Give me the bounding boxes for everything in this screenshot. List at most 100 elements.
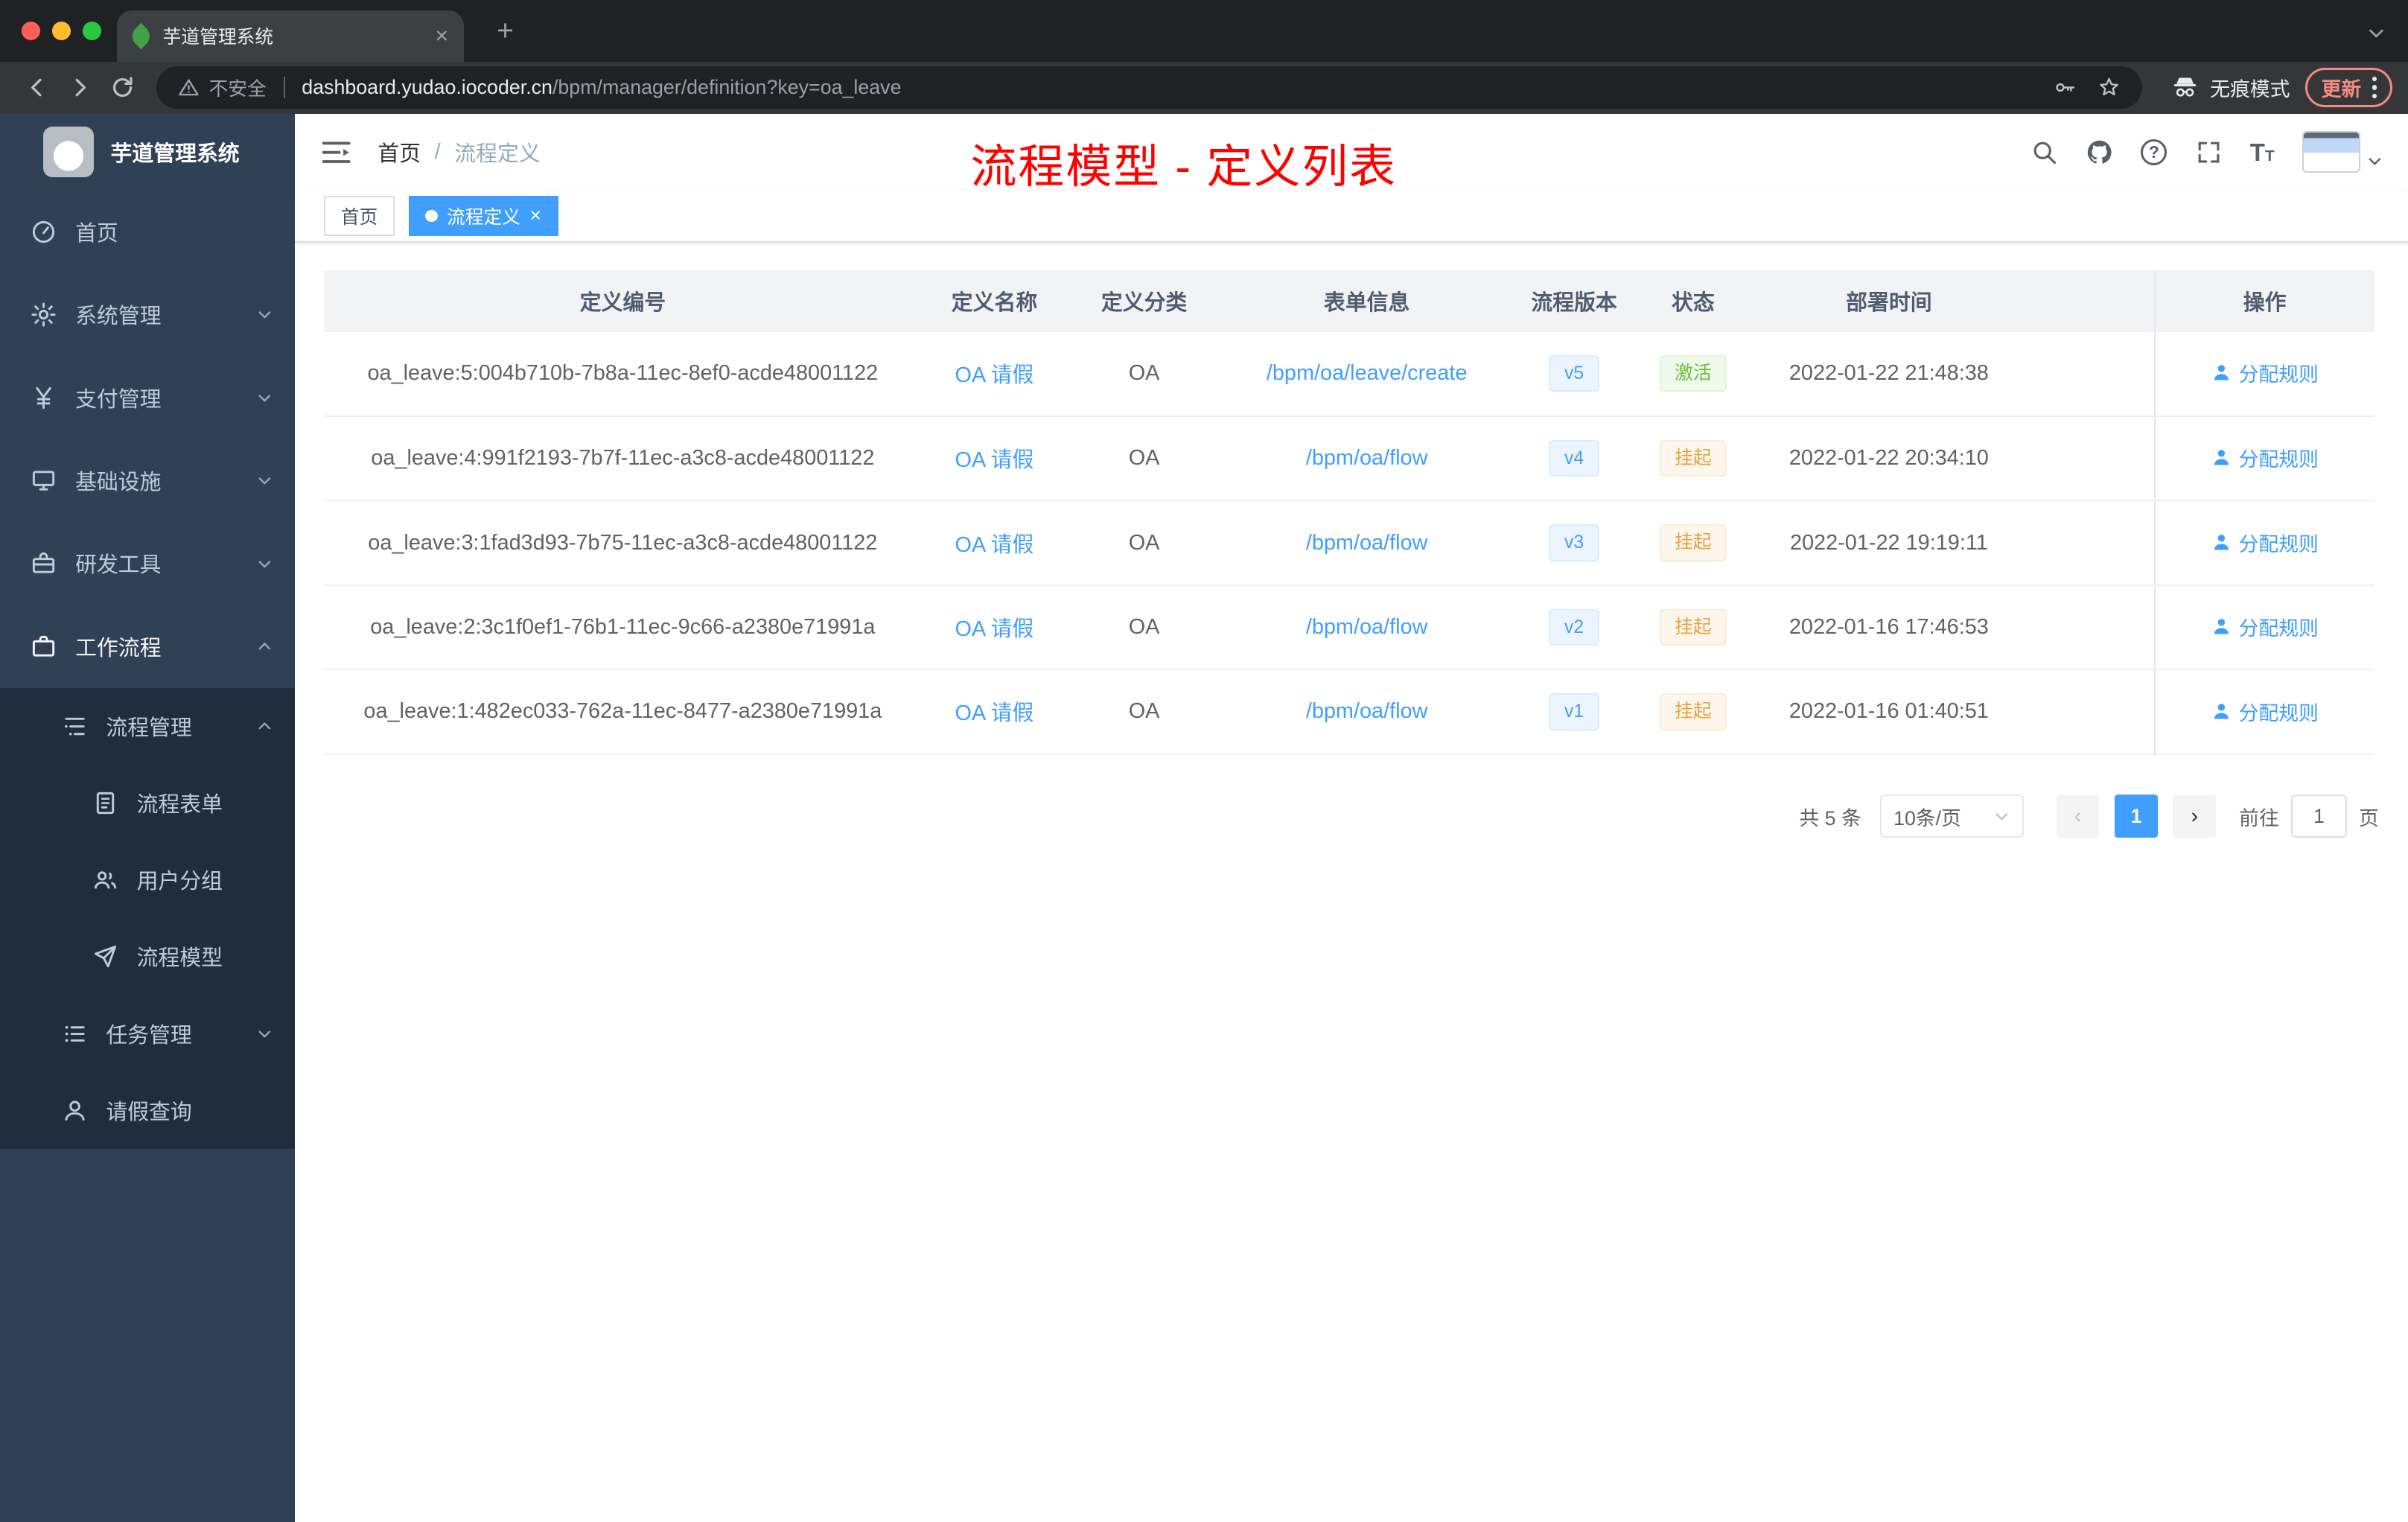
browser-window: 芋道管理系统 × + 不安全 dashboard.yudao.iocoder.c… (0, 0, 2408, 1522)
operation-cell: 分配规则 (2153, 415, 2374, 502)
prev-page-button[interactable]: ‹ (2056, 795, 2100, 838)
form-link[interactable]: /bpm/oa/leave/create (1267, 361, 1468, 385)
column-header-6: 部署时间 (1751, 270, 2028, 332)
chevron-down-icon (256, 306, 273, 323)
browser-menu-icon[interactable] (2372, 77, 2377, 98)
breadcrumb-home[interactable]: 首页 (378, 137, 421, 168)
assign-rule-link[interactable]: 分配规则 (2211, 612, 2319, 641)
update-label: 更新 (2321, 78, 2362, 101)
definition-id: oa_leave:3:1fad3d93-7b75-11ec-a3c8-acde4… (324, 500, 922, 586)
search-icon[interactable] (2030, 138, 2058, 166)
operation-cell: 分配规则 (2153, 331, 2374, 417)
gear-icon (31, 302, 57, 328)
hamburger-icon[interactable] (319, 136, 353, 169)
sidebar-item-label: 工作流程 (75, 636, 162, 660)
sidebar-item-home[interactable]: 首页 (0, 191, 295, 273)
sidebar-item-user-group[interactable]: 用户分组 (0, 841, 295, 919)
sidebar-item-process-mgmt[interactable]: 流程管理 (0, 688, 295, 765)
definition-id: oa_leave:1:482ec033-762a-11ec-8477-a2380… (324, 669, 922, 755)
reload-button[interactable] (101, 66, 144, 109)
sidebar-menu: 首页 系统管理支付管理基础设施 研发工具工作流程流程管理 流程表单 用户分组流程模型任务… (0, 191, 295, 1149)
assign-rule-link[interactable]: 分配规则 (2211, 443, 2319, 472)
form-link[interactable]: /bpm/oa/flow (1306, 531, 1428, 555)
key-icon[interactable] (2052, 75, 2077, 100)
tab-search-chevron-icon[interactable] (2366, 23, 2386, 43)
sidebar-item-system[interactable]: 系统管理 (0, 273, 295, 356)
maximize-window-button[interactable] (83, 21, 102, 40)
assign-rule-link[interactable]: 分配规则 (2211, 358, 2319, 387)
tab-close-icon[interactable]: × (435, 24, 448, 48)
sidebar-item-workflow[interactable]: 工作流程 (0, 605, 295, 688)
operation-cell: 分配规则 (2153, 585, 2374, 671)
sidebar-item-label: 支付管理 (75, 387, 162, 412)
status-badge: 挂起 (1659, 524, 1727, 561)
user-icon (2214, 703, 2229, 719)
tag-process-definition[interactable]: 流程定义 × (408, 196, 558, 236)
security-status[interactable]: 不安全 (178, 74, 267, 101)
assign-rule-link[interactable]: 分配规则 (2211, 528, 2319, 557)
breadcrumb: 首页 / 流程定义 (378, 137, 540, 168)
sidebar: 芋道管理系统 首页 系统管理支付管理基础设施 研发工具工作流程流程管理 流程表单 用户分… (0, 113, 295, 1522)
assign-rule-link[interactable]: 分配规则 (2211, 697, 2319, 726)
chevron-down-icon (256, 1025, 273, 1042)
user-icon (2214, 450, 2229, 465)
sidebar-item-leave-query[interactable]: 请假查询 (0, 1072, 295, 1149)
toolbox-icon (31, 550, 57, 576)
filler-header (2027, 270, 2155, 332)
github-icon[interactable] (2086, 138, 2113, 166)
chevron-down-icon (1993, 808, 2010, 825)
people-icon (92, 867, 118, 893)
next-page-button[interactable]: › (2173, 795, 2217, 838)
close-window-button[interactable] (21, 21, 40, 40)
page-size-select[interactable]: 10条/页 (1879, 795, 2025, 838)
tag-label: 首页 (340, 207, 378, 228)
font-size-icon[interactable]: TT (2250, 140, 2275, 165)
sidebar-logo[interactable]: 芋道管理系统 (0, 114, 295, 191)
sidebar-item-task-mgmt[interactable]: 任务管理 (0, 995, 295, 1072)
form-link[interactable]: /bpm/oa/flow (1306, 446, 1428, 470)
table-row: oa_leave:2:3c1f0ef1-76b1-11ec-9c66-a2380… (324, 585, 2374, 671)
goto-page-input[interactable] (2291, 795, 2347, 838)
sidebar-item-dev-tools[interactable]: 研发工具 (0, 522, 295, 605)
avatar (2302, 131, 2361, 173)
briefcase-icon (31, 634, 57, 660)
fullscreen-icon[interactable] (2195, 138, 2223, 166)
column-header-0: 定义编号 (324, 270, 922, 332)
browser-tab[interactable]: 芋道管理系统 × (116, 10, 464, 62)
definition-name-link[interactable]: OA 请假 (955, 448, 1034, 472)
forward-button[interactable] (58, 66, 101, 109)
version-badge: v5 (1549, 354, 1599, 392)
page-1-button[interactable]: 1 (2115, 795, 2158, 838)
sidebar-item-label: 流程模型 (136, 946, 223, 971)
version-badge: v2 (1549, 608, 1599, 646)
sidebar-item-process-form[interactable]: 流程表单 (0, 765, 295, 842)
browser-menu-update-chip[interactable]: 更新 (2305, 67, 2393, 108)
window-controls (21, 21, 102, 40)
minimize-window-button[interactable] (52, 21, 71, 40)
form-link[interactable]: /bpm/oa/flow (1306, 615, 1428, 639)
definition-name-link[interactable]: OA 请假 (955, 363, 1034, 387)
form-link[interactable]: /bpm/oa/flow (1306, 699, 1428, 723)
bookmark-star-icon[interactable] (2097, 75, 2121, 100)
sidebar-item-process-model[interactable]: 流程模型 (0, 918, 295, 996)
monitor-icon (31, 468, 57, 494)
sidebar-item-infrastructure[interactable]: 基础设施 (0, 439, 295, 522)
sidebar-item-payment[interactable]: 支付管理 (0, 357, 295, 439)
annotation-overlay: 流程模型 - 定义列表 (970, 141, 1398, 194)
help-icon[interactable]: ? (2141, 138, 2167, 165)
tab-title: 芋道管理系统 (162, 28, 274, 48)
definition-name-link[interactable]: OA 请假 (955, 617, 1034, 641)
filler-cell (2027, 331, 2155, 417)
version-badge: v3 (1549, 524, 1599, 561)
definition-name-link[interactable]: OA 请假 (955, 533, 1034, 557)
new-tab-button[interactable]: + (488, 14, 522, 48)
definition-name-link[interactable]: OA 请假 (955, 701, 1034, 725)
status-badge: 激活 (1659, 354, 1727, 392)
tag-close-icon[interactable]: × (529, 206, 541, 226)
tag-home[interactable]: 首页 (324, 196, 395, 236)
user-avatar-menu[interactable] (2302, 131, 2383, 173)
address-bar[interactable]: 不安全 dashboard.yudao.iocoder.cn/bpm/manag… (156, 66, 2143, 109)
definition-id: oa_leave:5:004b710b-7b8a-11ec-8ef0-acde4… (324, 331, 922, 417)
back-button[interactable] (16, 66, 59, 109)
sidebar-item-label: 请假查询 (106, 1100, 192, 1124)
